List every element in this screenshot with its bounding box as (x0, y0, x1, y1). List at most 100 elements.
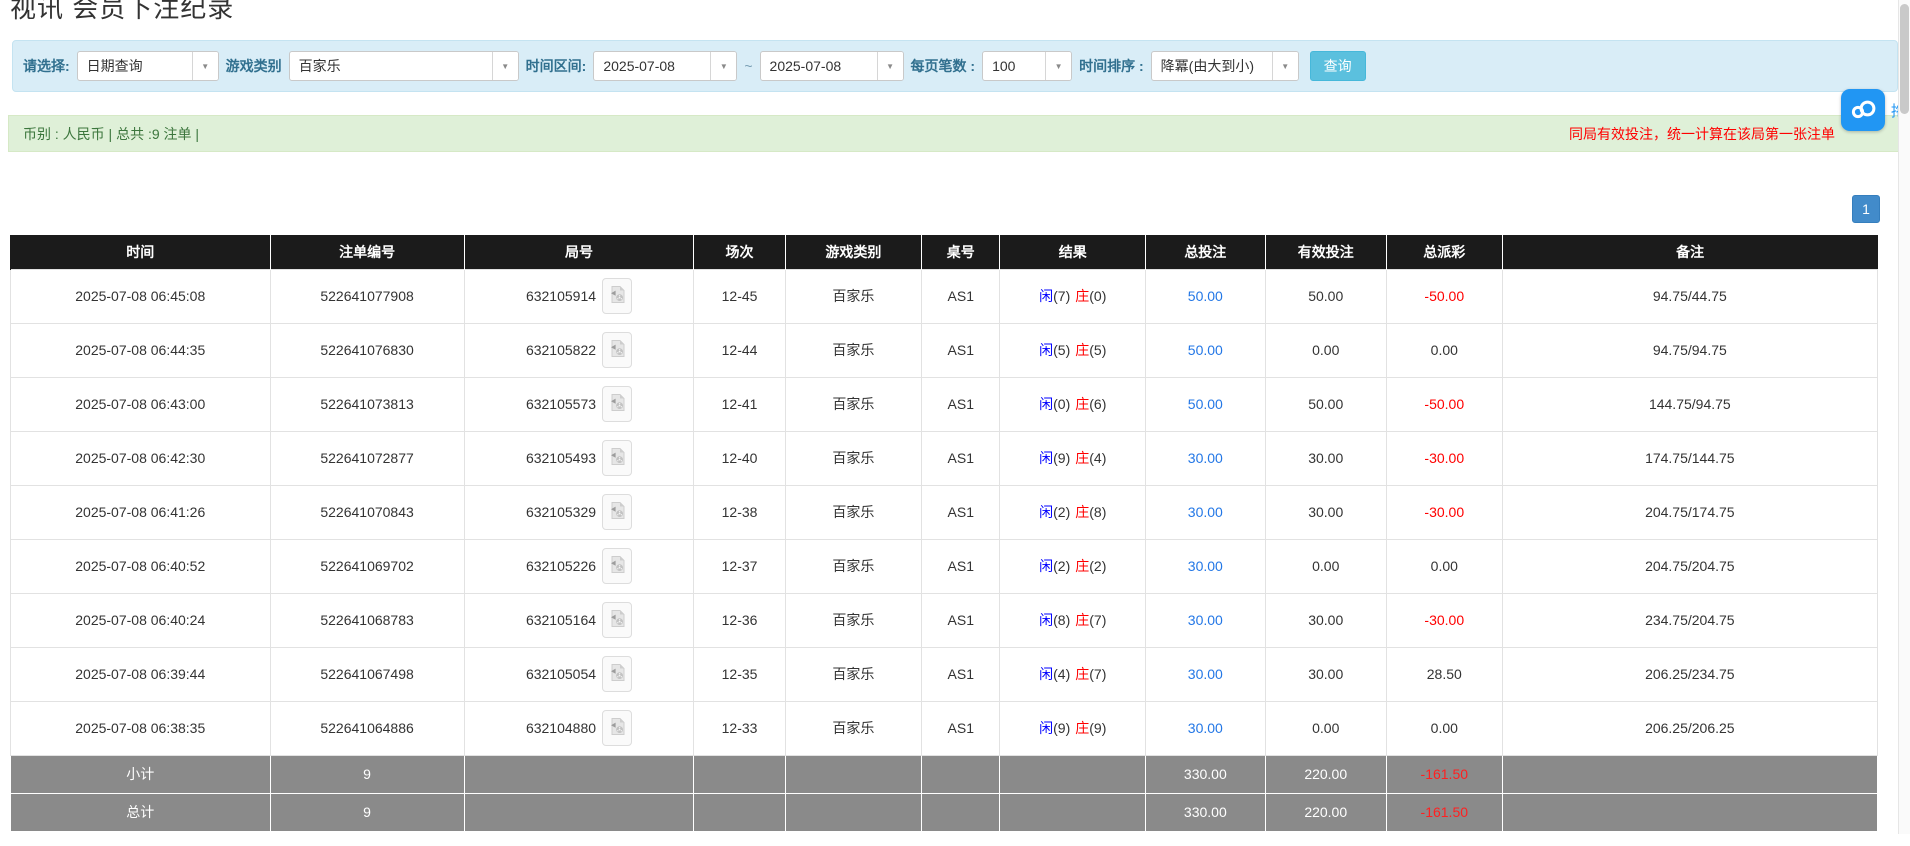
cell-round-no: 632105822 (463, 322, 695, 378)
cell-round-no: 632105914 (463, 268, 695, 324)
video-file-icon (609, 393, 626, 415)
cell-round-no: 632105164 (463, 592, 695, 648)
video-replay-button[interactable] (602, 602, 633, 638)
cell-valid-bet: 50.00 (1264, 376, 1387, 432)
page-size-select[interactable]: 100 ▼ (982, 51, 1073, 81)
banker-result: 庄 (1075, 720, 1090, 736)
video-replay-button[interactable] (602, 440, 633, 476)
cell-note: 204.75/204.75 (1501, 538, 1879, 594)
game-type-value: 百家乐 (298, 58, 341, 74)
date-range-separator: ~ (744, 58, 753, 74)
player-score: (7) (1053, 288, 1071, 304)
player-result: 闲 (1039, 720, 1054, 736)
round-no-value: 632105914 (525, 288, 597, 304)
cell-session: 12-44 (693, 322, 786, 378)
col-session: 场次 (693, 235, 786, 269)
player-result: 闲 (1039, 450, 1054, 466)
player-result: 闲 (1039, 558, 1054, 574)
round-no-value: 632105054 (525, 666, 597, 682)
cell-order-no: 522641077908 (269, 268, 465, 324)
table-header-row: 时间 注单编号 局号 场次 游戏类别 桌号 结果 总投注 有效投注 总派彩 备注 (10, 235, 1878, 269)
chevron-down-icon[interactable]: ▼ (710, 52, 737, 80)
date-from-picker[interactable]: 2025-07-08 ▼ (593, 51, 738, 81)
round-no-value: 632105226 (525, 558, 597, 574)
banker-result: 庄 (1075, 612, 1090, 628)
cell-order-no: 522641070843 (269, 484, 465, 540)
col-game-type: 游戏类别 (784, 235, 922, 269)
currency-summary: 币别 : 人民币 | 总共 :9 注单 | (23, 125, 200, 142)
cell-game-type: 百家乐 (784, 700, 923, 756)
empty-cell (999, 754, 1147, 794)
scrollbar-thumb[interactable] (1900, 4, 1909, 114)
video-replay-button[interactable] (602, 548, 633, 584)
video-replay-button[interactable] (602, 332, 633, 368)
chevron-down-icon[interactable]: ▼ (191, 52, 218, 80)
filter-toolbar: 请选择: 日期查询 ▼ 游戏类别 百家乐 ▼ 时间区间: 2025-07-08 … (12, 40, 1898, 92)
cell-table-no: AS1 (921, 322, 1001, 378)
cell-result: 闲(9) 庄(4) (999, 430, 1147, 486)
cell-game-type: 百家乐 (784, 646, 923, 702)
cloud-disk-icon (1849, 98, 1877, 123)
cell-result: 闲(4) 庄(7) (999, 646, 1147, 702)
chevron-down-icon[interactable]: ▼ (1045, 52, 1072, 80)
cell-time: 2025-07-08 06:38:35 (10, 700, 271, 756)
empty-cell (784, 754, 923, 794)
search-button[interactable]: 查询 (1309, 51, 1366, 81)
vertical-scrollbar[interactable]: ▲ (1898, 0, 1910, 834)
cell-game-type: 百家乐 (784, 592, 923, 648)
time-sort-value: 降冪(由大到小) (1160, 58, 1254, 74)
chevron-down-icon[interactable]: ▼ (1271, 52, 1298, 80)
video-file-icon (609, 285, 626, 307)
total-label: 总计 (10, 792, 271, 832)
select-type-label: 请选择: (23, 58, 70, 74)
time-sort-select[interactable]: 降冪(由大到小) ▼ (1150, 51, 1299, 81)
cell-round-no: 632105226 (463, 538, 695, 594)
cell-note: 94.75/44.75 (1501, 268, 1879, 324)
video-replay-button[interactable] (602, 386, 633, 422)
cell-valid-bet: 50.00 (1264, 268, 1387, 324)
total-total-bet: 330.00 (1145, 792, 1266, 832)
cell-total-bet: 30.00 (1145, 592, 1266, 648)
player-result: 闲 (1039, 612, 1054, 628)
banker-score: (2) (1089, 558, 1107, 574)
banker-result: 庄 (1075, 450, 1090, 466)
video-replay-button[interactable] (602, 656, 633, 692)
col-round-no: 局号 (463, 235, 694, 269)
cell-total-bet: 30.00 (1145, 484, 1266, 540)
page-size-label: 每页笔数 : (910, 58, 976, 74)
cell-game-type: 百家乐 (784, 322, 923, 378)
cell-valid-bet: 30.00 (1264, 592, 1387, 648)
cell-game-type: 百家乐 (784, 376, 923, 432)
video-replay-button[interactable] (602, 278, 633, 314)
page-1-button[interactable]: 1 (1852, 195, 1880, 223)
query-type-select[interactable]: 日期查询 ▼ (76, 51, 219, 81)
cell-session: 12-45 (693, 268, 786, 324)
video-file-icon (609, 609, 626, 631)
game-type-select[interactable]: 百家乐 ▼ (288, 51, 519, 81)
cell-note: 206.25/206.25 (1501, 700, 1879, 756)
cell-table-no: AS1 (921, 646, 1001, 702)
video-replay-button[interactable] (602, 494, 633, 530)
cell-result: 闲(0) 庄(6) (999, 376, 1147, 432)
cell-result: 闲(7) 庄(0) (999, 268, 1147, 324)
round-no-value: 632105493 (525, 450, 597, 466)
cloud-disk-button[interactable] (1840, 89, 1885, 131)
floating-cloud-widget: 拖 (1840, 89, 1906, 131)
page-title: 视讯 会员下注纪录 (10, 0, 235, 23)
player-score: (5) (1053, 342, 1071, 358)
cell-order-no: 522641073813 (269, 376, 465, 432)
total-row: 总计 9 330.00 220.00 -161.50 (10, 792, 1879, 832)
video-replay-button[interactable] (602, 710, 633, 746)
empty-cell (921, 792, 1001, 832)
chevron-down-icon[interactable]: ▼ (491, 52, 518, 80)
round-no-value: 632105329 (525, 504, 597, 520)
bet-records-table: 时间 注单编号 局号 场次 游戏类别 桌号 结果 总投注 有效投注 总派彩 备注… (10, 235, 1879, 832)
total-valid-bet: 220.00 (1264, 792, 1387, 832)
player-score: (9) (1053, 720, 1071, 736)
date-to-picker[interactable]: 2025-07-08 ▼ (759, 51, 904, 81)
chevron-down-icon[interactable]: ▼ (876, 52, 903, 80)
cell-note: 234.75/204.75 (1501, 592, 1879, 648)
banker-score: (8) (1089, 504, 1107, 520)
cell-note: 174.75/144.75 (1501, 430, 1879, 486)
cell-payout: 0.00 (1385, 322, 1503, 378)
